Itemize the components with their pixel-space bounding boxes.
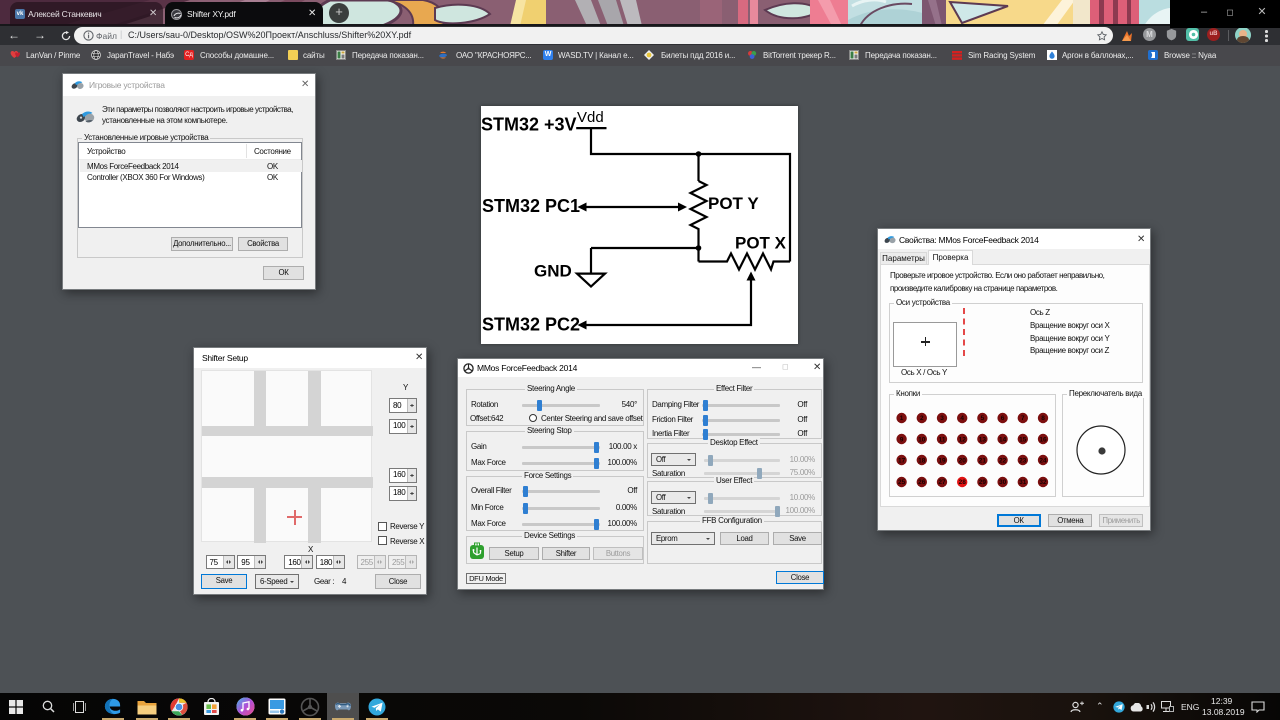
svg-text:Vdd: Vdd <box>577 109 604 126</box>
svg-text:30: 30 <box>999 479 1007 486</box>
svg-text:POT X: POT X <box>735 234 787 253</box>
svg-text:24: 24 <box>1039 457 1047 464</box>
svg-text:6: 6 <box>1001 415 1005 422</box>
svg-text:29: 29 <box>979 479 987 486</box>
svg-text:28: 28 <box>959 479 967 486</box>
svg-text:22: 22 <box>999 457 1007 464</box>
svg-text:23: 23 <box>1019 457 1027 464</box>
svg-text:12: 12 <box>959 436 967 443</box>
svg-text:STM32 PC1: STM32 PC1 <box>482 196 580 216</box>
svg-text:POT Y: POT Y <box>708 194 759 213</box>
svg-text:3: 3 <box>940 415 944 422</box>
svg-text:10: 10 <box>918 436 926 443</box>
svg-text:STM32 PC2: STM32 PC2 <box>482 315 580 335</box>
svg-text:16: 16 <box>1039 436 1047 443</box>
svg-text:31: 31 <box>1019 479 1027 486</box>
svg-text:18: 18 <box>918 457 926 464</box>
svg-text:11: 11 <box>939 436 946 443</box>
svg-text:5: 5 <box>981 415 985 422</box>
svg-text:GND: GND <box>534 262 572 281</box>
svg-text:2: 2 <box>920 415 924 422</box>
svg-text:21: 21 <box>979 457 987 464</box>
svg-text:20: 20 <box>959 457 967 464</box>
svg-text:8: 8 <box>1041 415 1045 422</box>
svg-text:27: 27 <box>938 479 946 486</box>
svg-text:26: 26 <box>918 479 926 486</box>
svg-text:STM32 +3V: STM32 +3V <box>481 115 577 135</box>
svg-text:15: 15 <box>1019 436 1027 443</box>
svg-text:1: 1 <box>900 415 904 422</box>
svg-text:7: 7 <box>1021 415 1025 422</box>
svg-text:4: 4 <box>960 415 964 422</box>
svg-text:17: 17 <box>898 457 906 464</box>
svg-text:25: 25 <box>898 479 906 486</box>
svg-text:32: 32 <box>1039 479 1047 486</box>
svg-text:14: 14 <box>999 436 1007 443</box>
svg-text:9: 9 <box>900 436 904 443</box>
svg-text:19: 19 <box>938 457 946 464</box>
svg-text:13: 13 <box>979 436 987 443</box>
